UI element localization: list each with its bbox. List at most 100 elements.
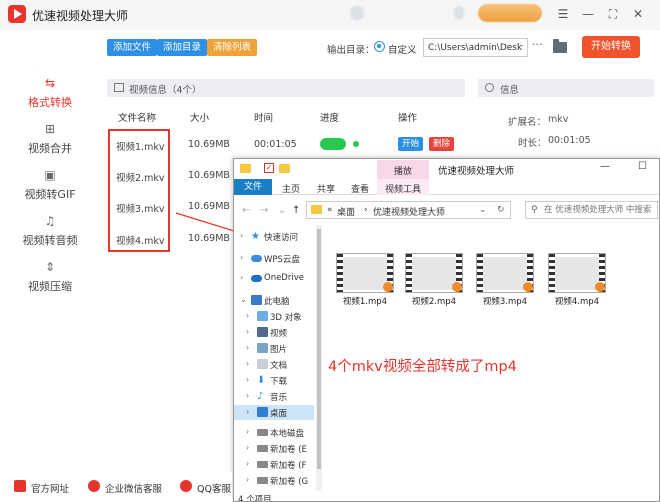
tree-item-label: WPS云盘: [264, 255, 300, 265]
qq-service-link[interactable]: QQ客服: [197, 481, 231, 495]
image-icon: [114, 83, 124, 92]
file-panel-title: 视频信息（4个）: [129, 85, 202, 96]
tree-item-label: 此电脑: [264, 297, 290, 307]
tree-item-wps-cloud[interactable]: › WPS云盘: [234, 251, 314, 266]
custom-radio[interactable]: [374, 41, 385, 52]
sidebar-item-compress[interactable]: ⇕ 视频压缩: [0, 260, 100, 300]
tab-video-tools[interactable]: 视频工具: [377, 179, 429, 195]
tree-item-local-disk[interactable]: › 本地磁盘: [234, 425, 314, 440]
tree-item-videos[interactable]: › 视频: [234, 325, 314, 340]
tree-item-pictures[interactable]: › 图片: [234, 341, 314, 356]
row-start-button[interactable]: 开始: [398, 137, 424, 151]
tree-item-drive-f[interactable]: › 新加卷 (F: [234, 457, 314, 472]
file-item[interactable]: 视频2.mp4: [403, 249, 465, 309]
tree-item-music[interactable]: › ♪ 音乐: [234, 389, 314, 404]
column-header-name: 文件名称: [118, 113, 157, 124]
maximize-button[interactable]: ☐: [638, 161, 647, 172]
tab-video-tools-label: 视频工具: [384, 185, 421, 195]
tree-item-quick-access[interactable]: › ★ 快速访问: [234, 229, 314, 244]
tab-file[interactable]: 文件: [234, 179, 272, 195]
file-item[interactable]: 视频3.mp4: [474, 249, 536, 309]
wechat-service-link[interactable]: 企业微信客服: [105, 481, 162, 495]
progress-toggle[interactable]: [320, 138, 346, 150]
tree-item-desktop[interactable]: › 桌面: [234, 405, 314, 420]
minimize-button[interactable]: —: [600, 161, 610, 172]
duration-label: 时长：: [518, 138, 547, 149]
address-bar[interactable]: « 桌面 › 优速视频处理大师 ⌄ ↻: [306, 201, 511, 219]
folder-icon: [240, 164, 251, 173]
column-header-time: 时间: [254, 113, 274, 124]
tree-item-label: 桌面: [270, 409, 288, 419]
properties-icon[interactable]: ✓: [264, 163, 274, 173]
promo-badge[interactable]: [478, 4, 542, 22]
tree-item-downloads[interactable]: › ⬇ 下载: [234, 373, 314, 388]
sidebar-item-audio[interactable]: ♫ 视频转音频: [0, 214, 100, 254]
sidebar-item-label: 格式转换: [28, 96, 72, 109]
search-box[interactable]: ⚲: [525, 201, 658, 219]
tab-share[interactable]: 共享: [317, 182, 335, 195]
file-item[interactable]: 视频4.mp4: [546, 249, 608, 309]
file-time: 00:01:05: [254, 139, 297, 150]
add-folder-button[interactable]: 添加目录: [157, 39, 208, 56]
tree-item-documents[interactable]: › 文档: [234, 357, 314, 372]
tree-item-drive-g[interactable]: › 新加卷 (G: [234, 473, 314, 488]
refresh-icon[interactable]: ↻: [497, 205, 505, 215]
menu-icon[interactable]: ☰: [554, 5, 572, 23]
more-options-icon[interactable]: ···: [532, 38, 546, 51]
tree-item-onedrive[interactable]: › OneDrive: [234, 271, 314, 286]
tree-scrollbar[interactable]: [316, 225, 322, 491]
website-link[interactable]: 官方网址: [31, 481, 69, 495]
search-icon: ⚲: [531, 205, 538, 215]
download-folder-icon: ⬇: [257, 375, 266, 386]
drive-icon: [257, 429, 268, 436]
tree-item-this-pc[interactable]: ⌄ 此电脑: [234, 293, 314, 308]
clear-list-button[interactable]: 清除列表: [207, 39, 258, 56]
sidebar-item-label: 视频转GIF: [24, 188, 76, 201]
minimize-button[interactable]: —: [579, 5, 597, 23]
video-thumbnail-icon: [476, 253, 534, 293]
tree-item-3d-objects[interactable]: › 3D 对象: [234, 309, 314, 324]
column-header-progress: 进度: [320, 113, 340, 124]
up-icon[interactable]: ↑: [292, 205, 300, 216]
new-folder-icon[interactable]: [279, 164, 290, 173]
tree-item-label: 文档: [270, 361, 288, 371]
bottom-bar: 官方网址 企业微信客服 QQ客服: [0, 472, 232, 502]
search-input[interactable]: [544, 203, 656, 217]
fullscreen-button[interactable]: ⛶: [604, 5, 622, 23]
scrollbar-thumb[interactable]: [317, 229, 321, 469]
column-header-actions: 操作: [398, 113, 418, 124]
sidebar-item-merge[interactable]: ⊞ 视频合并: [0, 122, 100, 162]
computer-icon: [251, 295, 262, 305]
gif-icon: ▣: [44, 168, 56, 182]
file-item[interactable]: 视频1.mp4: [334, 249, 396, 309]
play-tab-label: 播放: [393, 167, 412, 177]
start-convert-button[interactable]: 开始转换: [582, 36, 640, 58]
open-folder-icon[interactable]: [553, 39, 567, 53]
video-thumbnail-icon: [405, 253, 463, 293]
address-part-desktop[interactable]: 桌面: [337, 205, 355, 218]
sidebar-item-gif[interactable]: ▣ 视频转GIF: [0, 168, 100, 208]
back-icon[interactable]: ←: [242, 205, 250, 216]
address-dropdown-icon[interactable]: ⌄: [479, 205, 487, 215]
tab-view[interactable]: 查看: [351, 182, 369, 195]
sidebar-item-format-convert[interactable]: ⇆ 格式转换: [0, 76, 100, 116]
title-bar: 优速视频处理大师 ☰ — ⛶ ✕: [0, 0, 660, 30]
status-dot: [353, 141, 359, 147]
tree-item-label: 新加卷 (E: [270, 445, 307, 455]
play-tab[interactable]: 播放: [377, 160, 429, 180]
output-path-input[interactable]: [423, 38, 528, 57]
file-grid: 视频1.mp4 视频2.mp4 视频3.mp4 视频4.mp4: [326, 249, 659, 409]
blurred-icon: [350, 6, 364, 20]
tab-home[interactable]: 主页: [282, 182, 300, 195]
app-window: 优速视频处理大师 ☰ — ⛶ ✕ ⇆ 格式转换 ⊞ 视频合并 ▣ 视频转GIF …: [0, 0, 660, 502]
drive-icon: [257, 461, 268, 468]
recent-dropdown-icon[interactable]: ⌄: [278, 205, 286, 216]
forward-icon[interactable]: →: [260, 205, 268, 216]
address-part-folder[interactable]: 优速视频处理大师: [373, 205, 445, 218]
row-delete-button[interactable]: 删除: [429, 137, 455, 151]
video-thumbnail-icon: [336, 253, 394, 293]
merge-icon: ⊞: [44, 122, 56, 136]
close-button[interactable]: ✕: [629, 5, 647, 23]
add-file-button[interactable]: 添加文件: [107, 39, 158, 56]
tree-item-drive-e[interactable]: › 新加卷 (E: [234, 441, 314, 456]
